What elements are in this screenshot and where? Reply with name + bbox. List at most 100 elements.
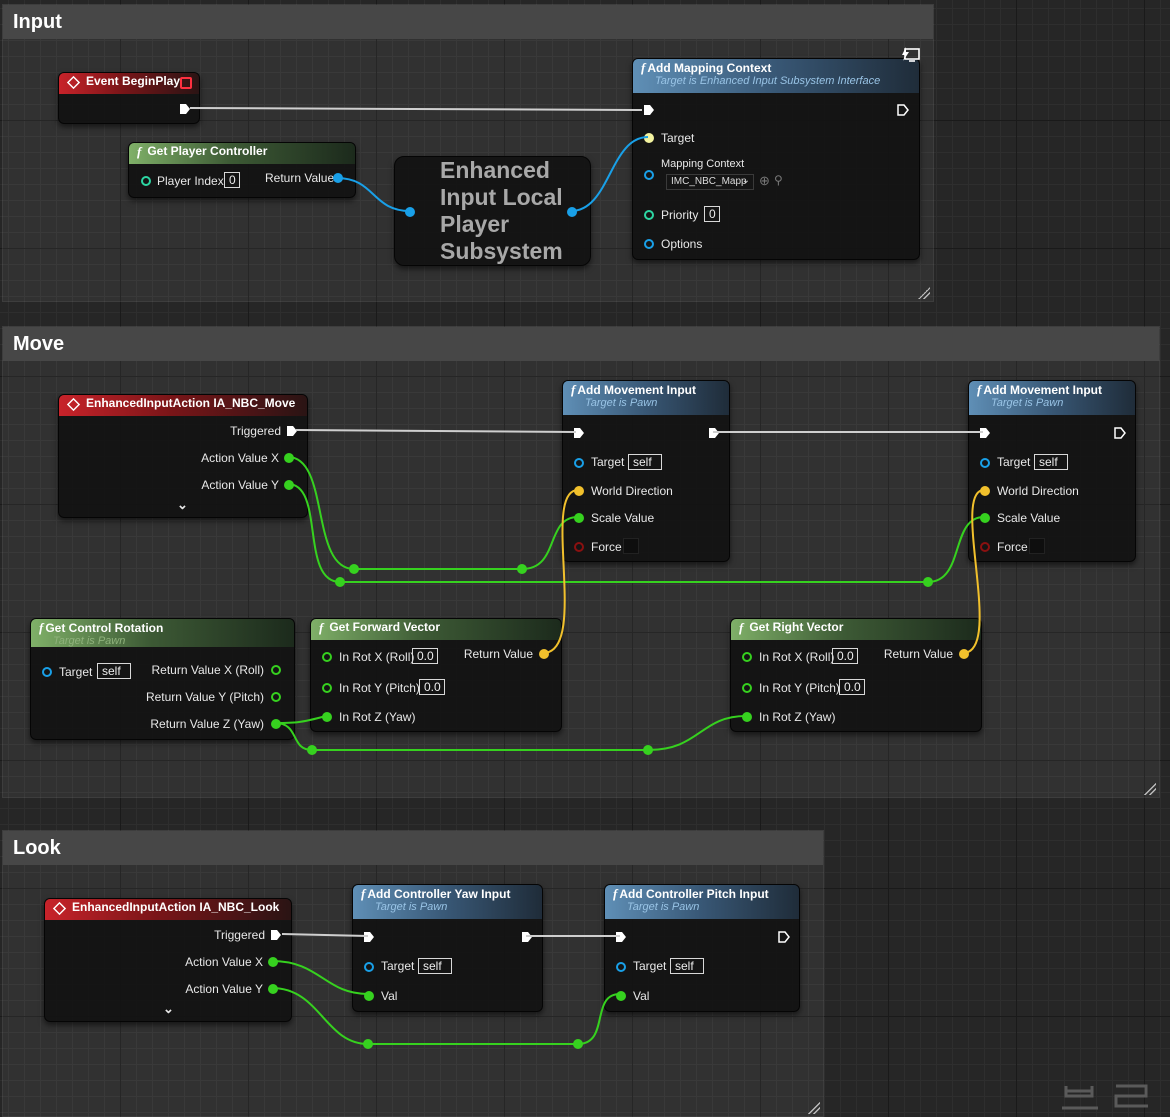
search-icon[interactable]: ⚲: [774, 173, 783, 187]
node-event-look[interactable]: EnhancedInputAction IA_NBC_Look Triggere…: [44, 898, 292, 1022]
action-value-x-pin[interactable]: [268, 957, 278, 967]
target-pin[interactable]: [980, 458, 990, 468]
player-index-input[interactable]: 0: [224, 172, 240, 188]
exec-in-pin[interactable]: [979, 427, 991, 439]
pin-label: Player Index: [157, 174, 224, 188]
node-add-movement-input-1[interactable]: f Add Movement Input Target is Pawn Targe…: [562, 380, 730, 562]
in-rot-x-input[interactable]: 0.0: [412, 648, 438, 664]
node-get-right-vector[interactable]: f Get Right Vector In Rot X (Roll) 0.0 In…: [730, 618, 982, 732]
exec-out-pin[interactable]: [778, 931, 790, 943]
exec-out-pin[interactable]: [270, 929, 282, 941]
exec-out-pin[interactable]: [521, 931, 533, 943]
exec-out-pin[interactable]: [286, 425, 298, 437]
force-pin[interactable]: [980, 542, 990, 552]
exec-in-pin[interactable]: [363, 931, 375, 943]
target-pin[interactable]: [616, 962, 626, 972]
action-value-y-pin[interactable]: [284, 480, 294, 490]
node-add-controller-pitch-input[interactable]: f Add Controller Pitch Input Target is Pa…: [604, 884, 800, 1012]
return-y-pin[interactable]: [271, 692, 281, 702]
exec-out-pin[interactable]: [179, 103, 191, 115]
force-checkbox[interactable]: [1029, 538, 1045, 554]
in-rot-y-input[interactable]: 0.0: [419, 679, 445, 695]
node-title-line: Enhanced: [440, 157, 550, 183]
exec-in-pin[interactable]: [573, 427, 585, 439]
mapping-context-pin[interactable]: [644, 170, 654, 180]
target-pin[interactable]: [42, 667, 52, 677]
exec-in-pin[interactable]: [615, 931, 627, 943]
mapping-context-dropdown[interactable]: IMC_NBC_Mapp ⌄: [666, 174, 754, 190]
node-event-beginplay[interactable]: Event BeginPlay: [58, 72, 200, 124]
subsystem-in-pin[interactable]: [405, 207, 415, 217]
target-self-input[interactable]: self: [1034, 454, 1068, 470]
force-checkbox[interactable]: [623, 538, 639, 554]
node-add-movement-input-2[interactable]: f Add Movement Input Target is Pawn Targe…: [968, 380, 1136, 562]
reroute-knot[interactable]: [573, 1039, 583, 1049]
subsystem-out-pin[interactable]: [567, 207, 577, 217]
reroute-knot[interactable]: [349, 564, 359, 574]
scale-value-pin[interactable]: [574, 513, 584, 523]
return-value-pin[interactable]: [333, 173, 343, 183]
return-value-pin[interactable]: [959, 649, 969, 659]
exec-out-pin[interactable]: [708, 427, 720, 439]
world-direction-pin[interactable]: [574, 486, 584, 496]
reroute-knot[interactable]: [335, 577, 345, 587]
browse-icon[interactable]: ⊕: [759, 173, 770, 189]
target-self-input[interactable]: self: [670, 958, 704, 974]
reroute-knot[interactable]: [363, 1039, 373, 1049]
in-rot-y-pin[interactable]: [322, 683, 332, 693]
reroute-knot[interactable]: [643, 745, 653, 755]
options-pin[interactable]: [644, 239, 654, 249]
target-pin[interactable]: [574, 458, 584, 468]
return-x-pin[interactable]: [271, 665, 281, 675]
reroute-knot[interactable]: [307, 745, 317, 755]
resize-handle[interactable]: [808, 1102, 820, 1114]
node-add-mapping-context[interactable]: f Add Mapping Context Target is Enhanced …: [632, 47, 920, 260]
action-value-x-pin[interactable]: [284, 453, 294, 463]
node-event-move[interactable]: EnhancedInputAction IA_NBC_Move Triggere…: [58, 394, 308, 518]
action-value-y-pin[interactable]: [268, 984, 278, 994]
priority-input[interactable]: 0: [704, 206, 720, 222]
event-icon: [66, 75, 81, 90]
exec-out-pin[interactable]: [1114, 427, 1126, 439]
target-self-input[interactable]: self: [418, 958, 452, 974]
node-add-controller-yaw-input[interactable]: f Add Controller Yaw Input Target is Pawn…: [352, 884, 543, 1012]
return-z-pin[interactable]: [271, 719, 281, 729]
target-self-input[interactable]: self: [628, 454, 662, 470]
node-get-player-controller[interactable]: f Get Player Controller Player Index 0 Re…: [128, 142, 356, 198]
expand-chevron-icon[interactable]: ⌄: [163, 1001, 174, 1017]
pin-label: Target: [591, 455, 625, 469]
target-self-input[interactable]: self: [97, 663, 131, 679]
in-rot-x-input[interactable]: 0.0: [832, 648, 858, 664]
force-pin[interactable]: [574, 542, 584, 552]
player-index-pin[interactable]: [141, 176, 151, 186]
resize-handle[interactable]: [1144, 783, 1156, 795]
in-rot-y-input[interactable]: 0.0: [839, 679, 865, 695]
reroute-knot[interactable]: [517, 564, 527, 574]
target-pin[interactable]: [644, 133, 654, 143]
exec-in-pin[interactable]: [643, 104, 655, 116]
in-rot-x-pin[interactable]: [322, 652, 332, 662]
in-rot-z-pin[interactable]: [742, 712, 752, 722]
resize-handle[interactable]: [918, 287, 930, 299]
priority-pin[interactable]: [644, 210, 654, 220]
return-value-pin[interactable]: [539, 649, 549, 659]
in-rot-z-pin[interactable]: [322, 712, 332, 722]
node-get-control-rotation[interactable]: f Get Control Rotation Target is Pawn Tar…: [30, 618, 295, 740]
val-pin[interactable]: [616, 991, 626, 1001]
expand-chevron-icon[interactable]: ⌄: [177, 497, 188, 513]
pin-label: In Rot X (Roll): [759, 650, 835, 664]
in-rot-x-pin[interactable]: [742, 652, 752, 662]
event-icon: [52, 901, 67, 916]
node-enhanced-input-subsystem[interactable]: Enhanced Input Local Player Subsystem: [394, 156, 591, 266]
val-pin[interactable]: [364, 991, 374, 1001]
event-icon: [66, 397, 81, 412]
in-rot-y-pin[interactable]: [742, 683, 752, 693]
scale-value-pin[interactable]: [980, 513, 990, 523]
delegate-icon[interactable]: [180, 77, 192, 89]
pin-label: Return Value: [463, 647, 533, 661]
reroute-knot[interactable]: [923, 577, 933, 587]
exec-out-pin[interactable]: [897, 104, 909, 116]
target-pin[interactable]: [364, 962, 374, 972]
node-get-forward-vector[interactable]: f Get Forward Vector In Rot X (Roll) 0.0 …: [310, 618, 562, 732]
world-direction-pin[interactable]: [980, 486, 990, 496]
